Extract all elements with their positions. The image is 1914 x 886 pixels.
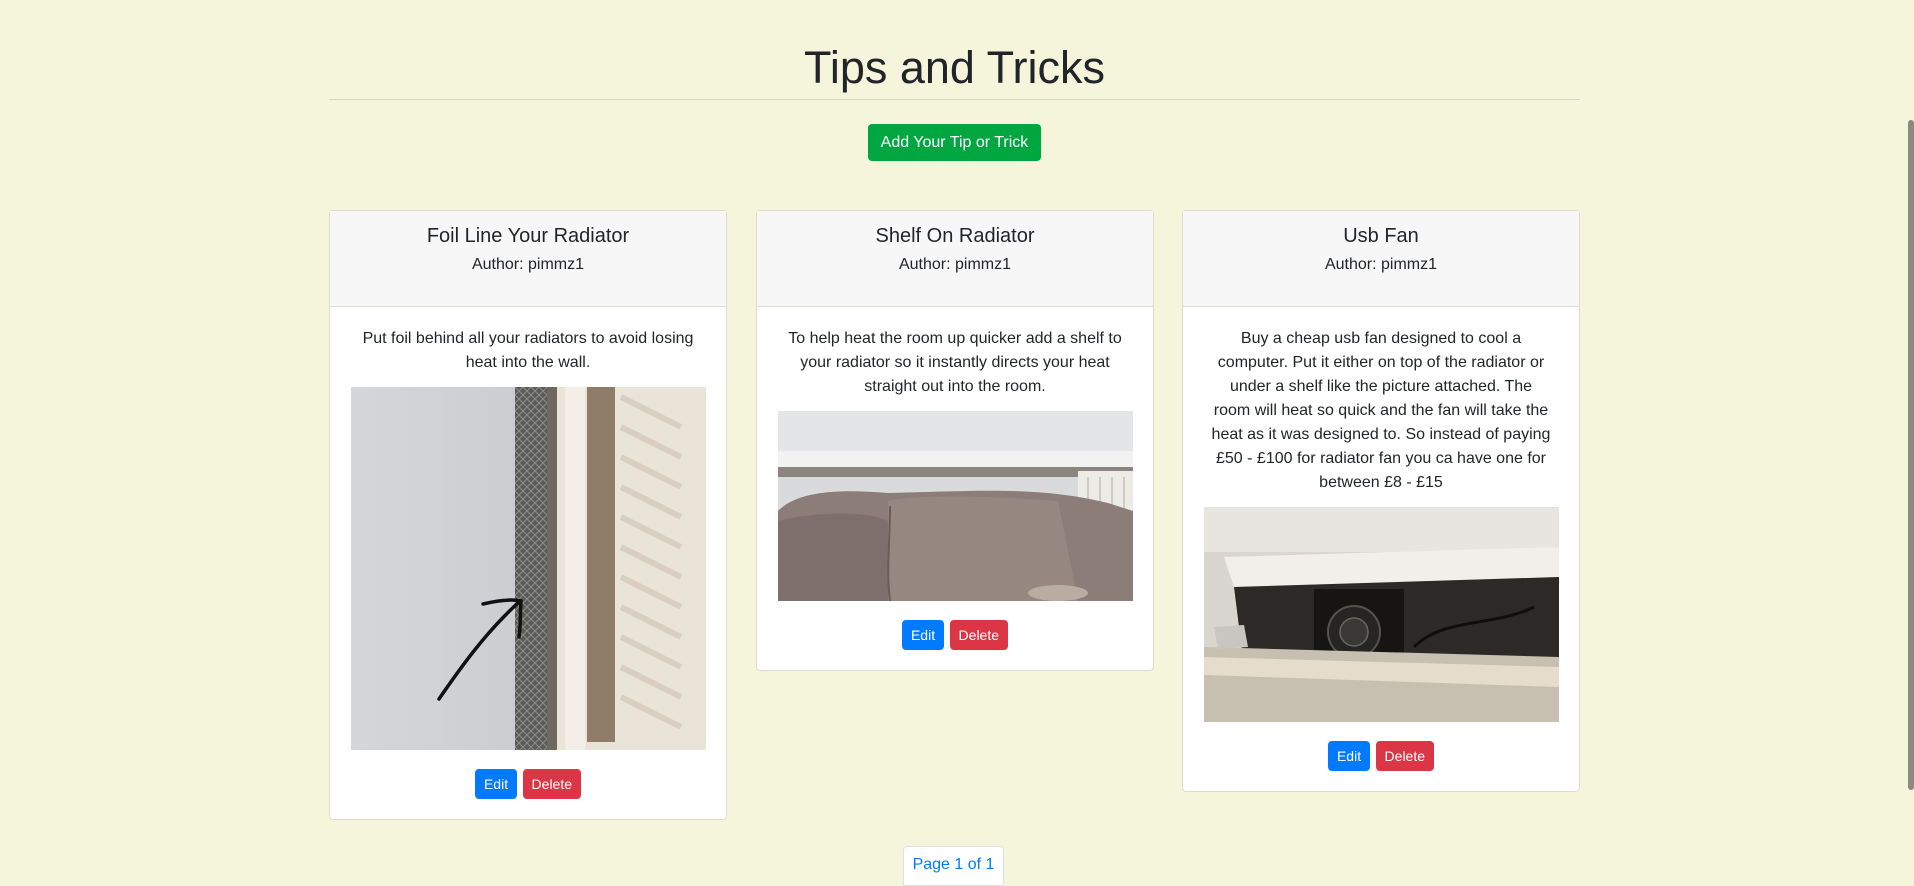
card-actions: Edit Delete [777, 620, 1133, 650]
card-text: Buy a cheap usb fan designed to cool a c… [1211, 330, 1551, 491]
delete-button[interactable]: Delete [522, 769, 582, 799]
card-header: Foil Line Your Radiator Author: pimmz1 [330, 211, 726, 307]
card-header: Shelf On Radiator Author: pimmz1 [757, 211, 1153, 307]
main-container: Tips and Tricks Add Your Tip or Trick Fo… [329, 0, 1580, 820]
edit-button[interactable]: Edit [1327, 741, 1371, 771]
card-text: Put foil behind all your radiators to av… [362, 330, 694, 371]
pagination-indicator[interactable]: Page 1 of 1 [903, 846, 1004, 886]
page-title: Tips and Tricks [804, 42, 1105, 93]
page-scrollbar[interactable] [1908, 120, 1914, 790]
delete-button[interactable]: Delete [1375, 741, 1435, 771]
tip-card: Usb Fan Author: pimmz1 Buy a cheap usb f… [1182, 210, 1580, 792]
card-image-foil-radiator [350, 387, 706, 755]
edit-button[interactable]: Edit [474, 769, 518, 799]
edit-button[interactable]: Edit [901, 620, 945, 650]
card-title: Foil Line Your Radiator [426, 225, 630, 247]
card-text: To help heat the room up quicker add a s… [788, 330, 1122, 395]
card-body: Buy a cheap usb fan designed to cool a c… [1183, 307, 1579, 791]
card-body: To help heat the room up quicker add a s… [757, 307, 1153, 670]
delete-button[interactable]: Delete [949, 620, 1009, 650]
card-header: Usb Fan Author: pimmz1 [1183, 211, 1579, 307]
add-tip-button[interactable]: Add Your Tip or Trick [867, 124, 1042, 161]
card-author: Author: pimmz1 [471, 256, 585, 273]
card-actions: Edit Delete [1203, 741, 1559, 771]
card-image-usb-fan [1203, 507, 1559, 727]
card-title: Usb Fan [1343, 225, 1419, 247]
card-author: Author: pimmz1 [898, 256, 1012, 273]
title-divider [329, 99, 1580, 100]
tip-card: Foil Line Your Radiator Author: pimmz1 P… [329, 210, 727, 820]
add-tip-wrapper: Add Your Tip or Trick [329, 124, 1580, 161]
tip-card: Shelf On Radiator Author: pimmz1 To help… [756, 210, 1154, 671]
tips-grid: Foil Line Your Radiator Author: pimmz1 P… [329, 210, 1580, 830]
card-actions: Edit Delete [350, 769, 706, 799]
card-body: Put foil behind all your radiators to av… [330, 307, 726, 819]
card-title: Shelf On Radiator [875, 225, 1035, 247]
card-author: Author: pimmz1 [1324, 256, 1438, 273]
card-image-shelf-radiator [777, 411, 1133, 606]
